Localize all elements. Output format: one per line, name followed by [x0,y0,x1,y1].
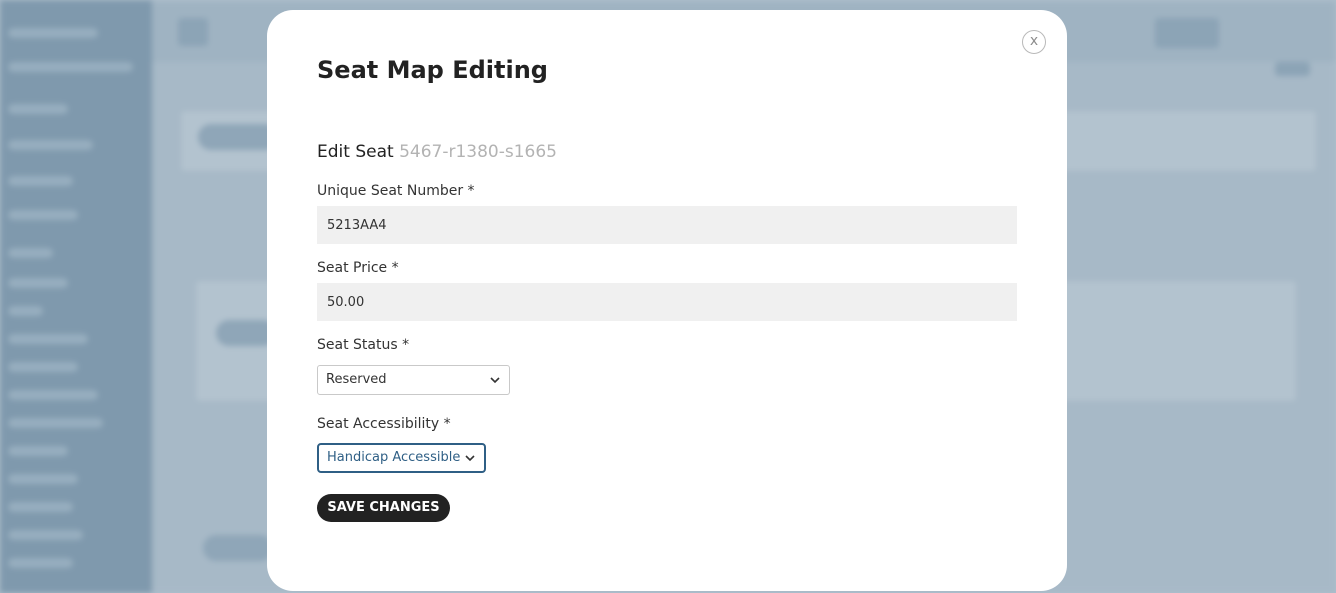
unique-seat-number-label: Unique Seat Number * [317,183,475,199]
edit-seat-label: Edit Seat [317,142,394,162]
seat-status-value: Reserved [326,372,387,387]
seat-accessibility-select[interactable]: Handicap Accessible [317,443,486,473]
edit-seat-heading: Edit Seat 5467-r1380-s1665 [317,142,557,162]
close-icon: x [1029,33,1039,49]
seat-map-editing-modal: x Seat Map Editing Edit Seat 5467-r1380-… [267,10,1067,591]
seat-price-input[interactable] [317,283,1017,321]
close-button[interactable]: x [1022,30,1046,54]
unique-seat-number-input[interactable] [317,206,1017,244]
save-changes-button[interactable]: SAVE CHANGES [317,494,450,522]
modal-title: Seat Map Editing [317,56,548,84]
seat-price-label: Seat Price * [317,260,399,276]
background-sidebar [0,0,152,593]
seat-accessibility-value: Handicap Accessible [327,450,461,465]
seat-accessibility-label: Seat Accessibility * [317,416,451,432]
chevron-down-icon [465,455,475,462]
seat-status-label: Seat Status * [317,337,410,353]
chevron-down-icon [490,377,500,384]
seat-id: 5467-r1380-s1665 [399,142,557,162]
seat-status-select[interactable]: Reserved [317,365,510,395]
